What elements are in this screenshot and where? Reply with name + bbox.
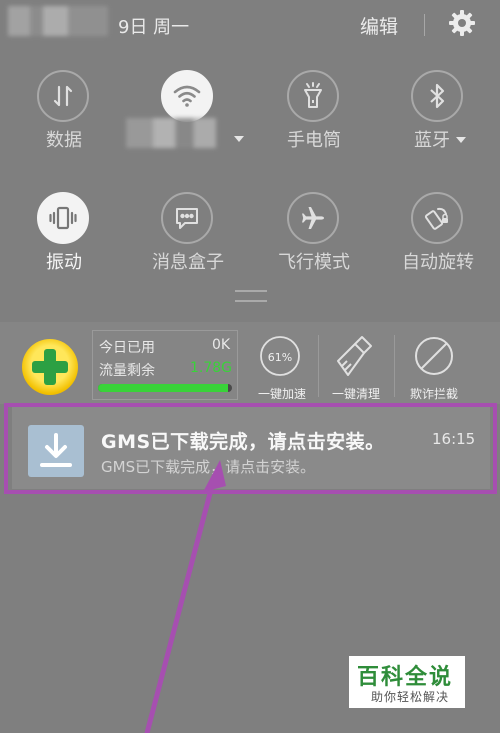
annotation-arrow-icon xyxy=(144,460,226,733)
watermark-subtitle: 助你轻松解决 xyxy=(371,690,450,704)
watermark-title: 百科全说 xyxy=(357,665,454,690)
